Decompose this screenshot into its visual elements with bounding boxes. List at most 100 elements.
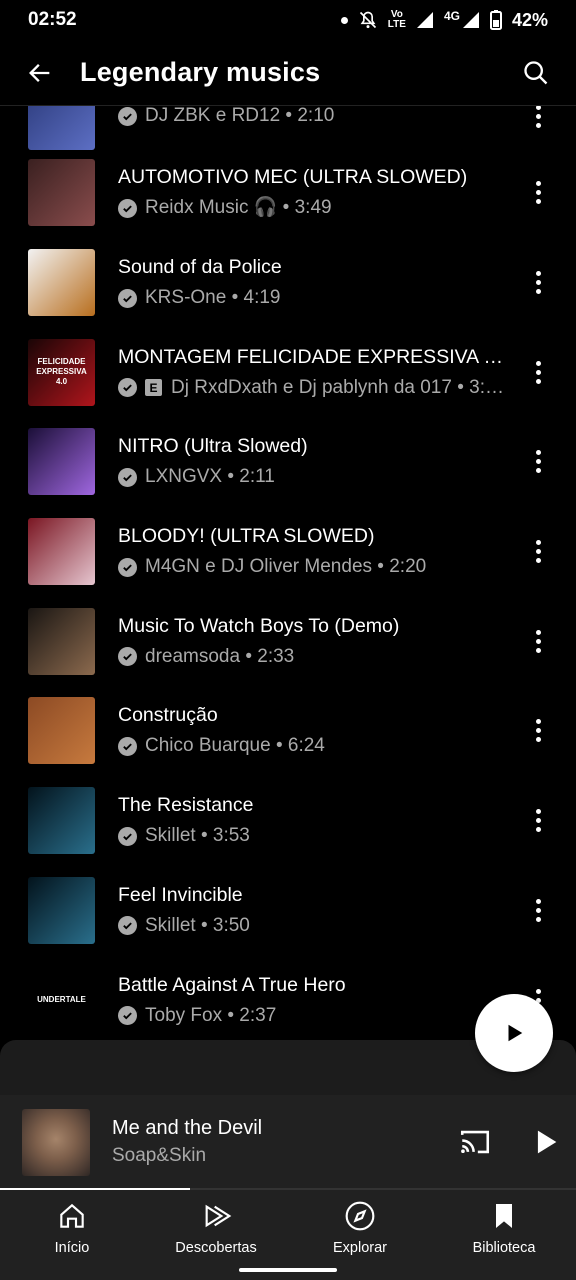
track-title: NITRO (Ultra Slowed): [118, 435, 308, 458]
track-subtitle: dreamsoda • 2:33: [118, 644, 506, 670]
verified-icon: [118, 1006, 137, 1026]
track-artist-duration: DJ ZBK e RD12 • 2:10: [145, 105, 335, 126]
nav-home-label: Início: [54, 1240, 90, 1256]
verified-icon: [118, 736, 137, 756]
nav-explore-label: Explorar: [333, 1240, 387, 1256]
track-thumbnail[interactable]: [28, 518, 95, 586]
track-text: BLOODY! (ULTRA SLOWED) M4GN e DJ Oliver M…: [118, 523, 506, 580]
volte-bottom: LTE: [387, 19, 406, 30]
cast-icon: [460, 1130, 490, 1154]
more-vert-icon[interactable]: [526, 263, 550, 303]
mute-icon: [359, 11, 376, 29]
nav-library-label: Biblioteca: [472, 1240, 536, 1256]
more-vert-icon[interactable]: [526, 352, 550, 392]
explicit-badge: E: [145, 379, 162, 397]
compass-icon: [345, 1201, 375, 1231]
cast-button[interactable]: [458, 1125, 492, 1159]
track-title: AUTOMOTIVO MEC (ULTRA SLOWED): [118, 166, 468, 189]
track-title: Battle Against A True Hero: [118, 973, 346, 996]
track-row[interactable]: FELICIDADE EXPRESSIVA 4.0 MONTAGEM FELICI…: [0, 327, 576, 417]
track-subtitle: KRS-One • 4:19: [118, 285, 506, 311]
track-thumbnail[interactable]: [28, 249, 95, 317]
track-thumbnail[interactable]: FELICIDADE EXPRESSIVA 4.0: [28, 338, 95, 406]
track-thumbnail[interactable]: [28, 159, 95, 227]
track-thumbnail[interactable]: [28, 876, 95, 944]
search-button[interactable]: [496, 40, 576, 106]
more-vert-icon[interactable]: [526, 621, 550, 661]
play-icon: [508, 1024, 523, 1042]
more-vert-icon[interactable]: [526, 711, 550, 751]
thumbnail-text: FELICIDADE EXPRESSIVA 4.0: [36, 357, 87, 387]
more-vert-icon[interactable]: [526, 173, 550, 213]
track-text: Construção Chico Buarque • 6:24: [118, 702, 506, 759]
track-artist-duration: Skillet • 3:53: [145, 825, 250, 847]
more-vert-icon[interactable]: [526, 442, 550, 482]
verified-icon: [118, 288, 137, 308]
status-icons: Vo LTE 4G 42%: [340, 9, 548, 31]
track-thumbnail[interactable]: [28, 697, 95, 765]
volte-icon: Vo LTE: [388, 10, 406, 30]
home-icon: [60, 1203, 84, 1228]
track-row[interactable]: Construção Chico Buarque • 6:24: [0, 686, 576, 776]
playback-progress[interactable]: [0, 1188, 576, 1190]
battery-icon: [489, 10, 502, 30]
track-row[interactable]: Feel Invincible Skillet • 3:50: [0, 866, 576, 956]
track-title: Sound of da Police: [118, 256, 282, 279]
mini-player-artist: Soap&Skin: [112, 1145, 207, 1166]
verified-icon: [118, 826, 137, 846]
nav-home[interactable]: Início: [0, 1190, 144, 1280]
nav-samples[interactable]: Descobertas: [144, 1190, 288, 1280]
verified-icon: [118, 557, 137, 577]
more-vert-icon[interactable]: [526, 890, 550, 930]
track-row[interactable]: Music To Watch Boys To (Demo) dreamsoda •…: [0, 596, 576, 686]
track-thumbnail[interactable]: [28, 607, 95, 675]
play-icon: [537, 1130, 557, 1154]
verified-icon: [118, 916, 137, 936]
nav-library[interactable]: Biblioteca: [432, 1190, 576, 1280]
track-thumbnail[interactable]: UNDERTALE: [28, 966, 95, 1034]
verified-icon: [118, 198, 137, 218]
track-row[interactable]: The Resistance Skillet • 3:53: [0, 776, 576, 866]
track-text: Battle Against A True Hero Toby Fox • 2:3…: [118, 972, 506, 1029]
more-vert-icon[interactable]: [526, 801, 550, 841]
mini-player[interactable]: Me and the Devil Soap&Skin: [0, 1095, 576, 1190]
track-subtitle: Chico Buarque • 6:24: [118, 733, 506, 759]
verified-icon: [118, 647, 137, 667]
back-button[interactable]: [0, 40, 80, 106]
track-row[interactable]: BLOODY! (ULTRA SLOWED) M4GN e DJ Oliver M…: [0, 507, 576, 597]
track-title: Feel Invincible: [118, 883, 243, 906]
track-thumbnail[interactable]: [28, 787, 95, 855]
battery-level: 42%: [511, 9, 548, 30]
track-title: The Resistance: [118, 794, 254, 817]
mini-player-play-button[interactable]: [528, 1123, 562, 1161]
track-thumbnail[interactable]: [28, 428, 95, 496]
signal-icon-2: [462, 12, 479, 28]
mini-player-thumbnail[interactable]: [22, 1109, 90, 1176]
track-title: Construção: [118, 704, 218, 727]
track-artist-duration: Chico Buarque • 6:24: [145, 735, 325, 757]
track-subtitle: DJ ZBK e RD12 • 2:10: [118, 103, 506, 129]
network-type: 4G: [443, 9, 460, 23]
track-text: The Resistance Skillet • 3:53: [118, 792, 506, 849]
track-text: Music To Watch Boys To (Demo) dreamsoda •…: [118, 613, 506, 670]
playback-progress-fill: [0, 1188, 191, 1190]
track-subtitle: LXNGVX • 2:11: [118, 464, 506, 490]
nav-explore[interactable]: Explorar: [288, 1190, 432, 1280]
bookmark-icon: [496, 1204, 512, 1228]
track-artist-duration: Dj RxdDxath e Dj pablynh da 017 • 3:…: [171, 376, 504, 398]
track-text: DJ ZBK e RD12 • 2:10: [118, 103, 506, 129]
notification-dot-icon: [340, 16, 348, 24]
track-subtitle: Skillet • 3:50: [118, 913, 506, 939]
signal-icon: [416, 12, 433, 28]
track-row[interactable]: AUTOMOTIVO MEC (ULTRA SLOWED) Reidx Music…: [0, 148, 576, 238]
thumbnail-text: UNDERTALE: [37, 995, 86, 1005]
track-row[interactable]: Sound of da Police KRS-One • 4:19: [0, 238, 576, 328]
play-all-button[interactable]: [475, 994, 553, 1072]
more-vert-icon[interactable]: [526, 532, 550, 572]
status-time: 02:52: [28, 9, 77, 30]
track-title: BLOODY! (ULTRA SLOWED): [118, 525, 375, 548]
track-row[interactable]: NITRO (Ultra Slowed) LXNGVX • 2:11: [0, 417, 576, 507]
track-artist-duration: Reidx Music 🎧 • 3:49: [145, 197, 332, 219]
verified-icon: [118, 467, 137, 487]
verified-icon: [118, 106, 137, 126]
